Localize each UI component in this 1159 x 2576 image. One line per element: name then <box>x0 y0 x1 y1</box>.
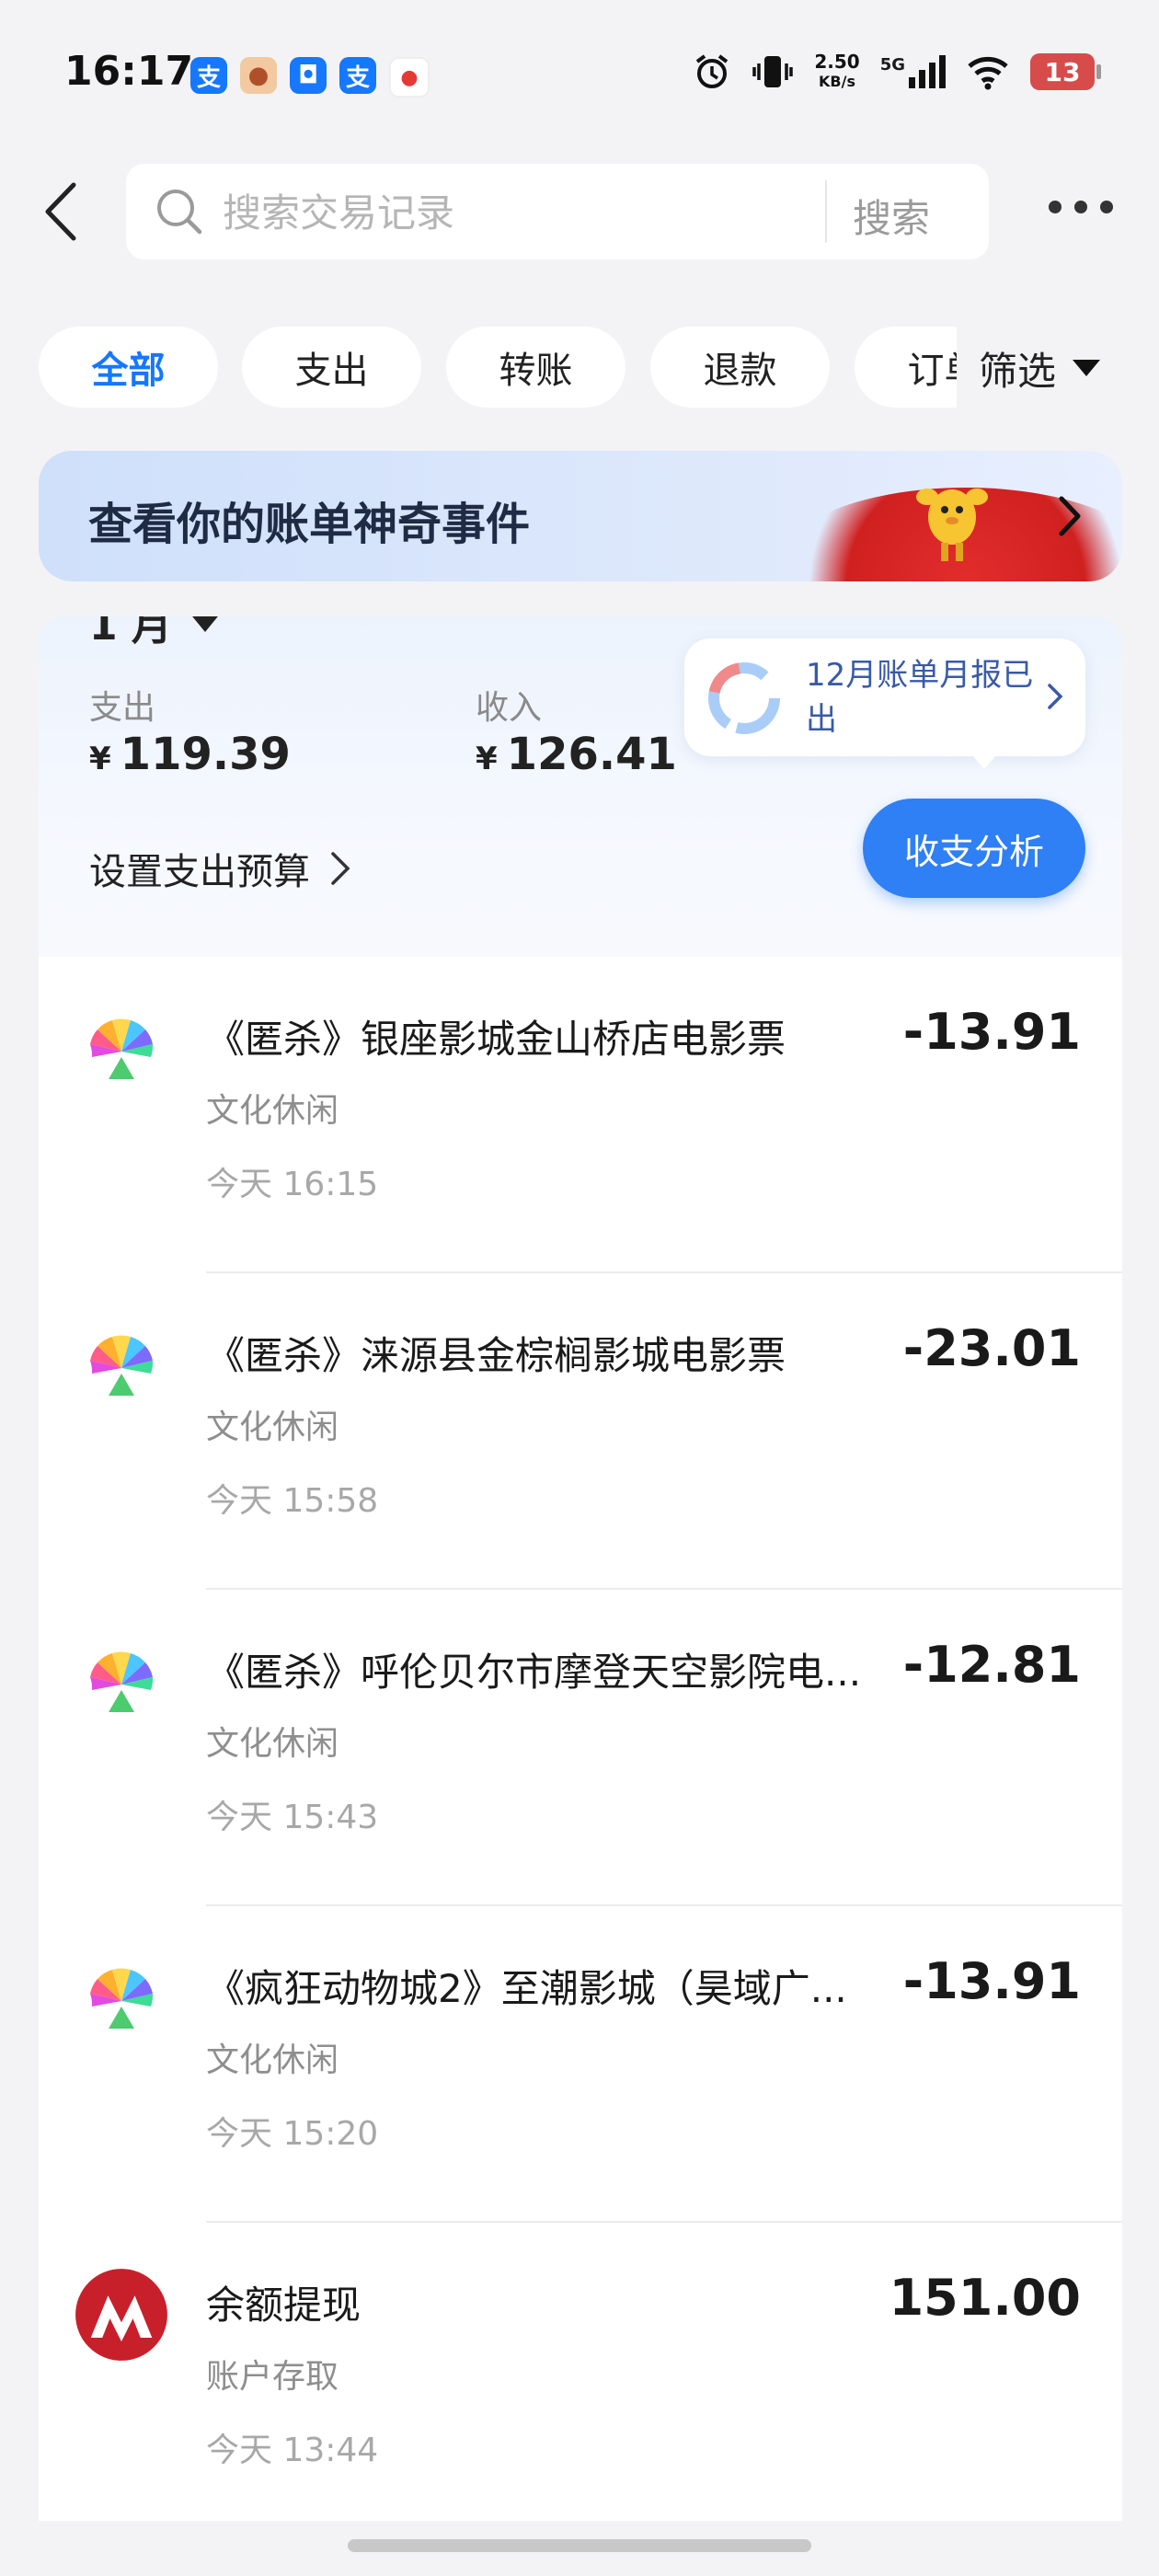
transaction-row[interactable]: 《疯狂动物城2》至潮影城（昊域广... 文化休闲 今天 15:20 -13.91 <box>39 1906 1122 2223</box>
transaction-list: 《匿杀》银座影城金山桥店电影票 文化休闲 今天 16:15 -13.91 《匿杀… <box>39 957 1122 2521</box>
status-right: 2.50 KB/s 5G 13 <box>693 52 1101 92</box>
status-time: 16:17 <box>64 48 194 95</box>
wifi-icon <box>968 56 1008 90</box>
transaction-amount: -13.91 <box>902 1952 1081 2010</box>
alipay-icon: 支 <box>190 57 227 94</box>
transaction-title: 余额提现 <box>206 2283 361 2328</box>
transaction-amount: -12.81 <box>902 1636 1081 1694</box>
transaction-category: 文化休闲 <box>206 2041 339 2079</box>
search-bar[interactable]: 搜索 <box>126 164 989 259</box>
transaction-title: 《疯狂动物城2》至潮影城（昊域广... <box>206 1966 847 2011</box>
transaction-time: 今天 13:44 <box>206 2432 379 2469</box>
monthly-summary-card: 1 月 支出 ¥119.39 收入 ¥126.41 12月账单月报已出 设置支出… <box>39 616 1122 957</box>
income-value: ¥126.41 <box>476 729 677 780</box>
set-budget-link[interactable]: 设置支出预算 <box>89 842 350 895</box>
caret-down-icon <box>1073 360 1101 376</box>
alarm-icon <box>696 54 729 88</box>
transaction-category: 文化休闲 <box>206 1725 339 1763</box>
search-divider <box>825 180 827 243</box>
alipay-icon: 支 <box>339 57 376 94</box>
set-budget-label: 设置支出预算 <box>89 851 310 893</box>
income-currency: ¥ <box>476 741 498 777</box>
search-button[interactable]: 搜索 <box>853 188 930 244</box>
tab-all[interactable]: 全部 <box>39 327 218 408</box>
month-selector[interactable]: 1 月 <box>89 616 222 651</box>
donut-chart-icon <box>708 662 780 734</box>
bill-events-banner[interactable]: 查看你的账单神奇事件 <box>39 451 1122 581</box>
transaction-category: 文化休闲 <box>206 1092 339 1130</box>
income-amount: 126.41 <box>506 729 677 780</box>
back-button[interactable] <box>37 179 92 244</box>
monthly-report-text: 12月账单月报已出 <box>806 657 1034 738</box>
transaction-amount: 151.00 <box>889 2269 1081 2327</box>
chevron-left-icon <box>45 182 76 241</box>
expense-amount: 119.39 <box>120 729 291 780</box>
expense-label: 支出 <box>89 689 156 727</box>
record-icon: ● <box>389 57 430 98</box>
filter-label: 筛选 <box>979 348 1057 394</box>
banner-title: 查看你的账单神奇事件 <box>88 499 531 550</box>
transaction-title: 《匿杀》银座影城金山桥店电影票 <box>206 1017 786 1062</box>
home-indicator[interactable] <box>348 2539 811 2552</box>
net-speed-unit: KB/s <box>819 73 855 90</box>
transaction-time: 今天 16:15 <box>206 1166 379 1203</box>
status-bar: 16:17 支 ● ◘ 支 ● 2.50 KB/s 5G 13 <box>0 0 1159 152</box>
movie-petal-icon <box>90 1335 154 1396</box>
chevron-right-icon <box>1048 684 1063 709</box>
more-options-icon[interactable] <box>1049 201 1113 213</box>
expense-value: ¥119.39 <box>89 729 291 780</box>
battery-icon: 13 <box>1030 53 1101 90</box>
tab-transfer[interactable]: 转账 <box>446 327 625 408</box>
transaction-category: 账户存取 <box>206 2358 339 2396</box>
caret-down-icon <box>188 616 222 632</box>
transaction-time: 今天 15:58 <box>206 1482 379 1520</box>
income-expense-analysis-button[interactable]: 收支分析 <box>863 799 1085 898</box>
filter-tabs: 全部 支出 转账 退款 订单 筛选 <box>0 322 1159 414</box>
movie-petal-icon <box>90 1018 154 1079</box>
mascot-icon <box>916 489 988 561</box>
app-mascot-icon: ● <box>240 57 277 94</box>
app-robot-icon: ◘ <box>290 57 327 94</box>
transaction-title: 《匿杀》涞源县金棕榈影城电影票 <box>206 1333 786 1378</box>
month-label: 1 月 <box>89 616 172 650</box>
transaction-row[interactable]: 余额提现 账户存取 今天 13:44 151.00 <box>39 2223 1122 2539</box>
transaction-category: 文化休闲 <box>206 1409 339 1446</box>
movie-petal-icon <box>90 1651 154 1712</box>
net-speed-value: 2.50 <box>814 51 860 73</box>
transaction-amount: -23.01 <box>902 1319 1081 1377</box>
net-speed: 2.50 KB/s <box>814 52 859 92</box>
network-type: 5G <box>879 55 905 75</box>
expense-currency: ¥ <box>89 741 111 777</box>
chevron-right-icon <box>331 852 350 885</box>
search-input[interactable] <box>221 190 822 236</box>
transaction-row[interactable]: 《匿杀》呼伦贝尔市摩登天空影院电... 文化休闲 今天 15:43 -12.81 <box>39 1590 1122 1906</box>
transaction-time: 今天 15:20 <box>206 2115 379 2153</box>
tab-expense[interactable]: 支出 <box>242 327 421 408</box>
movie-petal-icon <box>90 1968 154 2029</box>
cmb-bank-icon <box>75 2269 167 2361</box>
search-icon <box>157 190 202 235</box>
monthly-report-bubble[interactable]: 12月账单月报已出 <box>684 638 1085 769</box>
transaction-time: 今天 15:43 <box>206 1799 379 1836</box>
tab-refund[interactable]: 退款 <box>650 327 830 408</box>
transaction-row[interactable]: 《匿杀》银座影城金山桥店电影票 文化休闲 今天 16:15 -13.91 <box>39 957 1122 1273</box>
transaction-row[interactable]: 《匿杀》涞源县金棕榈影城电影票 文化休闲 今天 15:58 -23.01 <box>39 1273 1122 1590</box>
notification-icons: 支 ● ◘ 支 ● <box>190 57 430 98</box>
filter-button[interactable]: 筛选 <box>957 322 1159 414</box>
income-label: 收入 <box>476 689 543 727</box>
transaction-title: 《匿杀》呼伦贝尔市摩登天空影院电... <box>206 1650 862 1695</box>
vibrate-icon <box>752 56 794 87</box>
signal-icon: 5G <box>880 55 946 88</box>
transaction-amount: -13.91 <box>902 1003 1081 1061</box>
chevron-right-icon <box>1059 496 1081 536</box>
